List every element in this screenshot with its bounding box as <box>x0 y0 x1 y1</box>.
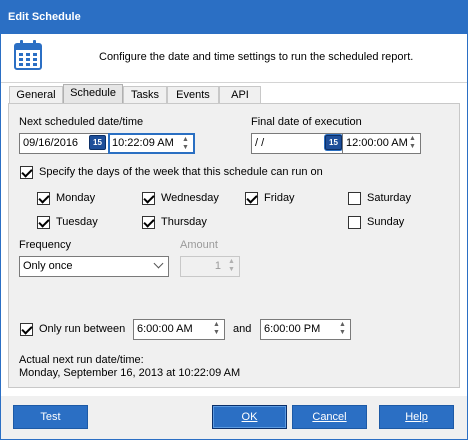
and-label: and <box>233 323 252 335</box>
tuesday-checkbox[interactable] <box>37 216 50 229</box>
spin-down-icon[interactable]: ▼ <box>406 143 419 151</box>
final-time-value: 12:00:00 AM <box>346 137 408 149</box>
saturday-label: Saturday <box>367 192 412 204</box>
between-start-spinner[interactable]: ▲ ▼ <box>210 321 223 338</box>
actual-next-run-value: Monday, September 16, 2013 at 10:22:09 A… <box>19 367 241 379</box>
final-date-calendar-button[interactable]: 15 <box>325 135 342 150</box>
ok-button-label: OK <box>241 411 258 423</box>
thursday-checkbox[interactable] <box>142 216 155 229</box>
final-time-input[interactable]: 12:00:00 AM ▲ ▼ <box>342 133 421 154</box>
tab-tasks[interactable]: Tasks <box>123 86 167 104</box>
spin-up-icon[interactable]: ▲ <box>225 258 238 266</box>
next-date-value: 09/16/2016 <box>23 137 79 149</box>
frequency-value: Only once <box>23 260 73 272</box>
next-time-value: 10:22:09 AM <box>112 137 174 149</box>
monday-checkbox[interactable] <box>37 192 50 205</box>
window-title: Edit Schedule <box>0 0 468 34</box>
next-time-spinner[interactable]: ▲ ▼ <box>179 136 192 153</box>
dialog-footer: Test OK Cancel Help <box>1 396 467 439</box>
sunday-label: Sunday <box>367 216 405 228</box>
specify-days-label: Specify the days of the week that this s… <box>39 166 323 178</box>
monday-label: Monday <box>56 192 96 204</box>
next-date-calendar-button[interactable]: 15 <box>89 135 106 150</box>
saturday-checkbox[interactable] <box>348 192 361 205</box>
chevron-down-icon <box>153 258 164 269</box>
calendar-icon <box>14 40 42 70</box>
amount-spinner[interactable]: ▲ ▼ <box>225 258 238 275</box>
spin-up-icon[interactable]: ▲ <box>336 321 349 329</box>
friday-checkbox[interactable] <box>245 192 258 205</box>
tuesday-label: Tuesday <box>56 216 98 228</box>
spin-down-icon[interactable]: ▼ <box>225 266 238 274</box>
only-run-between-label: Only run between <box>39 323 126 335</box>
header-description: Configure the date and time settings to … <box>99 51 414 63</box>
amount-value: 1 <box>214 260 221 272</box>
between-end-value: 6:00:00 PM <box>264 323 321 335</box>
cancel-button-label: Cancel <box>312 411 347 423</box>
frequency-select[interactable]: Only once <box>19 256 169 277</box>
next-time-input[interactable]: 10:22:09 AM ▲ ▼ <box>108 133 195 154</box>
final-date-label: Final date of execution <box>251 116 362 128</box>
edit-schedule-window: Edit Schedule Configure the date and tim… <box>0 0 468 440</box>
next-date-input[interactable]: 09/16/2016 15 <box>19 133 109 154</box>
between-end-spinner[interactable]: ▲ ▼ <box>336 321 349 338</box>
spin-up-icon[interactable]: ▲ <box>406 135 419 143</box>
wednesday-label: Wednesday <box>161 192 219 204</box>
final-date-input[interactable]: / / 15 <box>251 133 343 154</box>
next-scheduled-label: Next scheduled date/time <box>19 116 144 128</box>
between-end-input[interactable]: 6:00:00 PM ▲ ▼ <box>260 319 351 340</box>
amount-label: Amount <box>180 239 218 251</box>
spin-down-icon[interactable]: ▼ <box>179 144 192 152</box>
tab-schedule[interactable]: Schedule <box>63 84 123 104</box>
dialog-client: Configure the date and time settings to … <box>1 34 467 439</box>
only-run-between-checkbox[interactable] <box>20 323 33 336</box>
spin-up-icon[interactable]: ▲ <box>179 136 192 144</box>
help-button-label: Help <box>405 411 428 423</box>
sunday-checkbox[interactable] <box>348 216 361 229</box>
spin-down-icon[interactable]: ▼ <box>336 329 349 337</box>
schedule-panel: Next scheduled date/time 09/16/2016 15 1… <box>8 103 460 388</box>
cancel-button[interactable]: Cancel <box>292 405 367 429</box>
spin-up-icon[interactable]: ▲ <box>210 321 223 329</box>
amount-input[interactable]: 1 ▲ ▼ <box>180 256 240 277</box>
header-divider <box>1 82 467 83</box>
wednesday-checkbox[interactable] <box>142 192 155 205</box>
frequency-label: Frequency <box>19 239 71 251</box>
between-start-input[interactable]: 6:00:00 AM ▲ ▼ <box>133 319 225 340</box>
help-button[interactable]: Help <box>379 405 454 429</box>
friday-label: Friday <box>264 192 295 204</box>
tab-events[interactable]: Events <box>167 86 219 104</box>
test-button[interactable]: Test <box>13 405 88 429</box>
specify-days-checkbox[interactable] <box>20 166 33 179</box>
final-date-value: / / <box>255 137 265 149</box>
ok-button[interactable]: OK <box>212 405 287 429</box>
tab-general[interactable]: General <box>9 86 63 104</box>
thursday-label: Thursday <box>161 216 207 228</box>
spin-down-icon[interactable]: ▼ <box>210 329 223 337</box>
dialog-header: Configure the date and time settings to … <box>1 34 467 82</box>
between-start-value: 6:00:00 AM <box>137 323 193 335</box>
tab-api[interactable]: API <box>219 86 261 104</box>
final-time-spinner[interactable]: ▲ ▼ <box>406 135 419 152</box>
actual-next-run-label: Actual next run date/time: <box>19 354 144 366</box>
